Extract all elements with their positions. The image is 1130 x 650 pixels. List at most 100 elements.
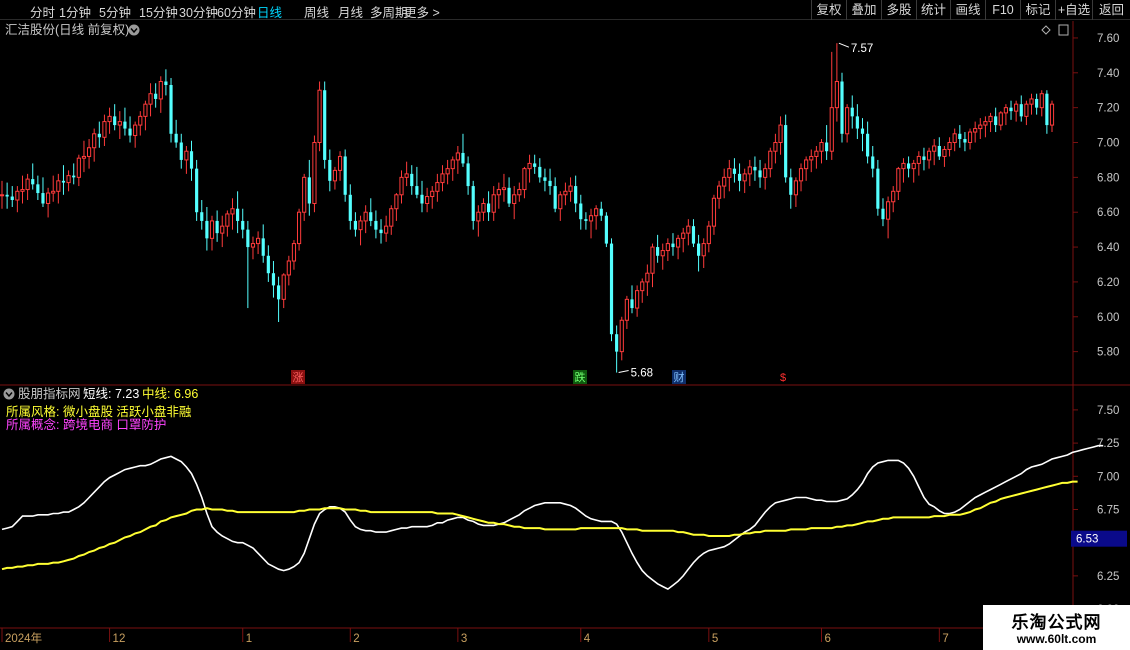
x-tick-label: 2: [353, 633, 359, 645]
candle-body: [353, 220, 358, 230]
candle-body: [220, 225, 225, 234]
candle-body: [486, 203, 491, 213]
candle: [51, 175, 56, 202]
candle: [481, 198, 486, 221]
indicator-title: 股朋指标网: [18, 386, 81, 401]
candle-body: [624, 298, 629, 321]
candle-body: [195, 168, 199, 213]
candle-body: [491, 194, 496, 213]
candle: [220, 215, 225, 248]
candle: [200, 200, 204, 230]
candle: [332, 166, 338, 190]
candle-body: [553, 186, 557, 209]
candle: [256, 231, 261, 255]
candle: [466, 156, 470, 195]
candle-body: [138, 115, 143, 126]
candle-body: [332, 169, 338, 182]
candle-body: [676, 237, 681, 248]
candle: [834, 43, 839, 122]
candle-body: [533, 163, 537, 167]
candle: [317, 81, 322, 152]
candle: [389, 205, 394, 235]
candle-body: [825, 142, 829, 152]
candle-body: [886, 201, 891, 220]
candle-body: [481, 203, 486, 213]
candle: [215, 210, 219, 242]
candle: [886, 196, 891, 239]
candle-body: [236, 208, 240, 221]
candle: [860, 118, 865, 152]
candle: [716, 180, 722, 209]
candle-body: [860, 128, 865, 134]
candle: [809, 149, 814, 173]
candle: [640, 278, 645, 303]
candle: [988, 112, 993, 133]
event-marker: 财: [672, 370, 686, 384]
candle-body: [942, 148, 947, 157]
candle-body: [579, 203, 583, 220]
candle: [1024, 100, 1029, 126]
candle-body: [871, 156, 875, 169]
candle-body: [501, 187, 507, 191]
candle-body: [814, 150, 819, 157]
candle: [491, 186, 496, 221]
candle: [543, 168, 547, 192]
candle-body: [440, 173, 445, 184]
candle: [727, 159, 732, 192]
candle-body: [926, 150, 932, 161]
candle: [430, 186, 435, 209]
candle-body: [691, 226, 696, 244]
candle: [1029, 93, 1034, 115]
style-label: 所属风格: 微小盘股 活跃小盘非融: [6, 404, 192, 419]
candle: [533, 154, 537, 174]
candle-body: [522, 168, 527, 191]
candle-body: [291, 243, 297, 262]
candle: [496, 182, 501, 209]
candle: [276, 276, 281, 323]
candle-body: [983, 121, 988, 126]
candle-body: [81, 155, 87, 159]
candle-body: [164, 81, 168, 85]
candle-body: [538, 166, 542, 178]
candle-body: [978, 124, 983, 130]
candle: [435, 173, 440, 202]
candle: [901, 158, 906, 183]
candle: [998, 111, 1003, 131]
y-tick-label: 7.40: [1097, 68, 1119, 80]
candle: [706, 220, 711, 253]
event-marker: $: [776, 370, 790, 384]
candle-body: [343, 156, 347, 195]
candle-body: [476, 211, 481, 222]
candle-body: [225, 213, 230, 227]
candle-body: [798, 168, 804, 182]
candle-body: [906, 163, 911, 169]
candle: [158, 76, 163, 113]
y-tick-label: 6.40: [1097, 242, 1119, 254]
candle: [876, 159, 880, 216]
candle: [72, 163, 76, 185]
candle-body: [742, 173, 747, 182]
candle: [671, 233, 675, 256]
candle-body: [1003, 107, 1008, 114]
candle-body: [158, 81, 163, 100]
candle-body: [747, 166, 752, 175]
watermark-title: 乐淘公式网: [1011, 613, 1102, 632]
candle-body: [778, 124, 783, 144]
candle-body: [496, 189, 501, 196]
candle-body: [758, 170, 762, 178]
candle: [353, 212, 358, 237]
candle: [789, 168, 793, 209]
candle: [1039, 90, 1044, 117]
candle: [753, 156, 757, 181]
candle: [25, 173, 30, 201]
candle-body: [435, 182, 440, 192]
candle: [0, 180, 5, 209]
candle-body: [599, 208, 603, 216]
candle-body: [784, 125, 788, 178]
candle-body: [701, 243, 706, 257]
candle-body: [932, 145, 937, 152]
candle: [15, 186, 20, 213]
candle-body: [337, 155, 343, 171]
candle-body: [374, 220, 378, 230]
candle-body: [455, 152, 460, 161]
